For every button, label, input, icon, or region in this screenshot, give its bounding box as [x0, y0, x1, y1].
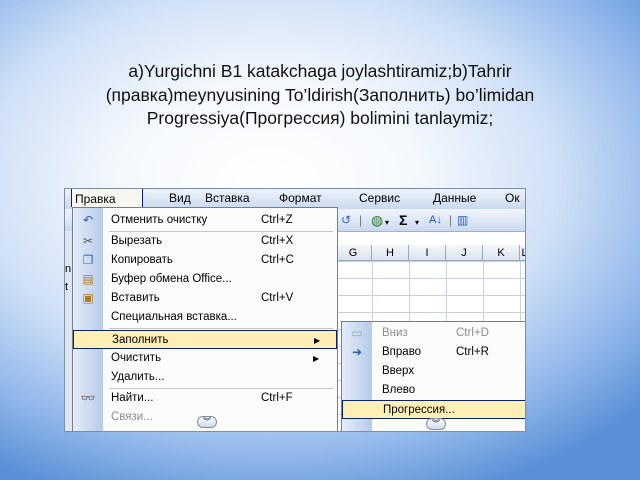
- menu-item-label: Найти...: [111, 392, 154, 404]
- link-icon[interactable]: ↺: [341, 212, 351, 228]
- menu-edit[interactable]: Правка: [71, 189, 143, 207]
- menu-item-paste[interactable]: ▣ Вставить Ctrl+V: [73, 289, 337, 308]
- submenu-item-series[interactable]: Прогрессия...: [342, 400, 525, 419]
- submenu-item-down[interactable]: ▭ Вниз Ctrl+D: [342, 324, 525, 343]
- menu-view[interactable]: Вид: [169, 189, 191, 208]
- expand-menu-chevron-icon[interactable]: ︾: [197, 416, 217, 428]
- column-header-h[interactable]: H: [372, 245, 409, 261]
- fill-right-icon: ➜: [351, 345, 363, 359]
- fill-down-icon: ▭: [351, 326, 363, 340]
- chart-icon[interactable]: ▥: [457, 212, 468, 228]
- menu-item-undo[interactable]: ↶ Отменить очистку Ctrl+Z: [73, 211, 337, 230]
- menu-tools[interactable]: Сервис: [359, 189, 400, 208]
- copy-icon: ❐: [82, 253, 94, 267]
- column-header-l[interactable]: L: [520, 245, 525, 261]
- slide-caption: a)Yurgichni B1 katakchaga joylashtiramiz…: [40, 60, 600, 131]
- autosum-arrow-icon[interactable]: ▾: [415, 215, 419, 231]
- menu-item-label: Заполнить: [112, 334, 169, 346]
- autosum-icon[interactable]: Σ: [399, 212, 407, 228]
- menu-item-shortcut: Ctrl+C: [261, 254, 294, 266]
- menu-item-label: Вниз: [382, 327, 408, 339]
- menu-insert[interactable]: Вставка: [205, 189, 250, 208]
- menu-item-label: Влево: [382, 384, 416, 396]
- menu-item-find[interactable]: 👓 Найти... Ctrl+F: [73, 389, 337, 408]
- sort-ascending-icon[interactable]: A↓: [429, 212, 442, 228]
- submenu-arrow-icon: ▶: [313, 354, 320, 363]
- menu-item-shortcut: Ctrl+R: [456, 346, 489, 358]
- globe-icon[interactable]: ◍: [371, 212, 383, 228]
- submenu-item-right[interactable]: ➜ Вправо Ctrl+R: [342, 343, 525, 362]
- submenu-arrow-icon: ▶: [314, 336, 321, 345]
- menu-item-delete[interactable]: Удалить...: [73, 368, 337, 387]
- paste-icon: ▣: [82, 291, 94, 305]
- caption-line-1: a)Yurgichni B1 katakchaga joylashtiramiz…: [128, 61, 512, 81]
- menu-item-paste-special[interactable]: Специальная вставка...: [73, 308, 337, 327]
- menu-item-label: Связи...: [111, 411, 153, 423]
- menu-item-label: Копировать: [111, 254, 173, 266]
- menu-item-label: Прогрессия...: [383, 404, 455, 416]
- caption-line-3: Progressiya(Прогрессия) bolimini tanlaym…: [146, 108, 494, 128]
- menu-item-shortcut: Ctrl+Z: [261, 214, 293, 226]
- fill-submenu: ▭ Вниз Ctrl+D ➜ Вправо Ctrl+R Вверх Влев…: [341, 321, 525, 431]
- cell-fragment: t: [65, 281, 69, 293]
- binoculars-icon: 👓: [80, 391, 96, 405]
- column-header-i[interactable]: I: [409, 245, 446, 261]
- menu-item-copy[interactable]: ❐ Копировать Ctrl+C: [73, 251, 337, 270]
- expand-submenu-chevron-icon[interactable]: ︾: [426, 418, 446, 430]
- edit-menu: ↶ Отменить очистку Ctrl+Z ✂ Вырезать Ctr…: [72, 207, 338, 431]
- menu-window[interactable]: Ок: [505, 189, 520, 208]
- column-header-k[interactable]: K: [483, 245, 520, 261]
- menu-item-label: Буфер обмена Office...: [111, 273, 232, 285]
- separator-icon: |: [449, 213, 453, 227]
- menu-separator: [109, 328, 333, 329]
- scissors-icon: ✂: [82, 234, 94, 248]
- cell-fragment: n: [65, 263, 72, 275]
- menu-item-clear[interactable]: Очистить ▶: [73, 349, 337, 368]
- menu-item-label: Вверх: [382, 365, 415, 377]
- submenu-item-up[interactable]: Вверх: [342, 362, 525, 381]
- menu-item-label: Специальная вставка...: [111, 311, 237, 323]
- menu-format[interactable]: Формат: [279, 189, 322, 208]
- menu-item-shortcut: Ctrl+V: [261, 292, 294, 304]
- menu-data[interactable]: Данные: [433, 189, 476, 208]
- column-header-j[interactable]: J: [446, 245, 483, 261]
- clipboard-icon: ▤: [82, 272, 94, 286]
- menu-item-label: Вставить: [111, 292, 160, 304]
- separator-icon: |: [359, 213, 363, 227]
- menu-item-office-clipboard[interactable]: ▤ Буфер обмена Office...: [73, 270, 337, 289]
- menu-item-label: Отменить очистку: [111, 214, 208, 226]
- menu-item-label: Очистить: [111, 352, 162, 364]
- menu-item-shortcut: Ctrl+F: [261, 392, 293, 404]
- menu-item-fill[interactable]: Заполнить ▶: [73, 330, 337, 349]
- menu-item-label: Удалить...: [111, 371, 165, 383]
- menu-item-label: Вправо: [382, 346, 422, 358]
- caption-line-2: (правка)meynyusining To’ldirish(Заполнит…: [105, 84, 535, 105]
- column-header-g[interactable]: G: [335, 245, 372, 261]
- menu-item-cut[interactable]: ✂ Вырезать Ctrl+X: [73, 232, 337, 251]
- submenu-item-left[interactable]: Влево: [342, 381, 525, 400]
- menu-item-shortcut: Ctrl+D: [456, 327, 489, 339]
- undo-icon: ↶: [82, 213, 94, 227]
- menu-item-label: Вырезать: [111, 235, 163, 247]
- dropdown-arrow-icon[interactable]: ▾: [385, 215, 389, 231]
- excel-screenshot: Правка Вид Вставка Формат Сервис Данные …: [64, 188, 526, 432]
- menu-item-shortcut: Ctrl+X: [261, 235, 294, 247]
